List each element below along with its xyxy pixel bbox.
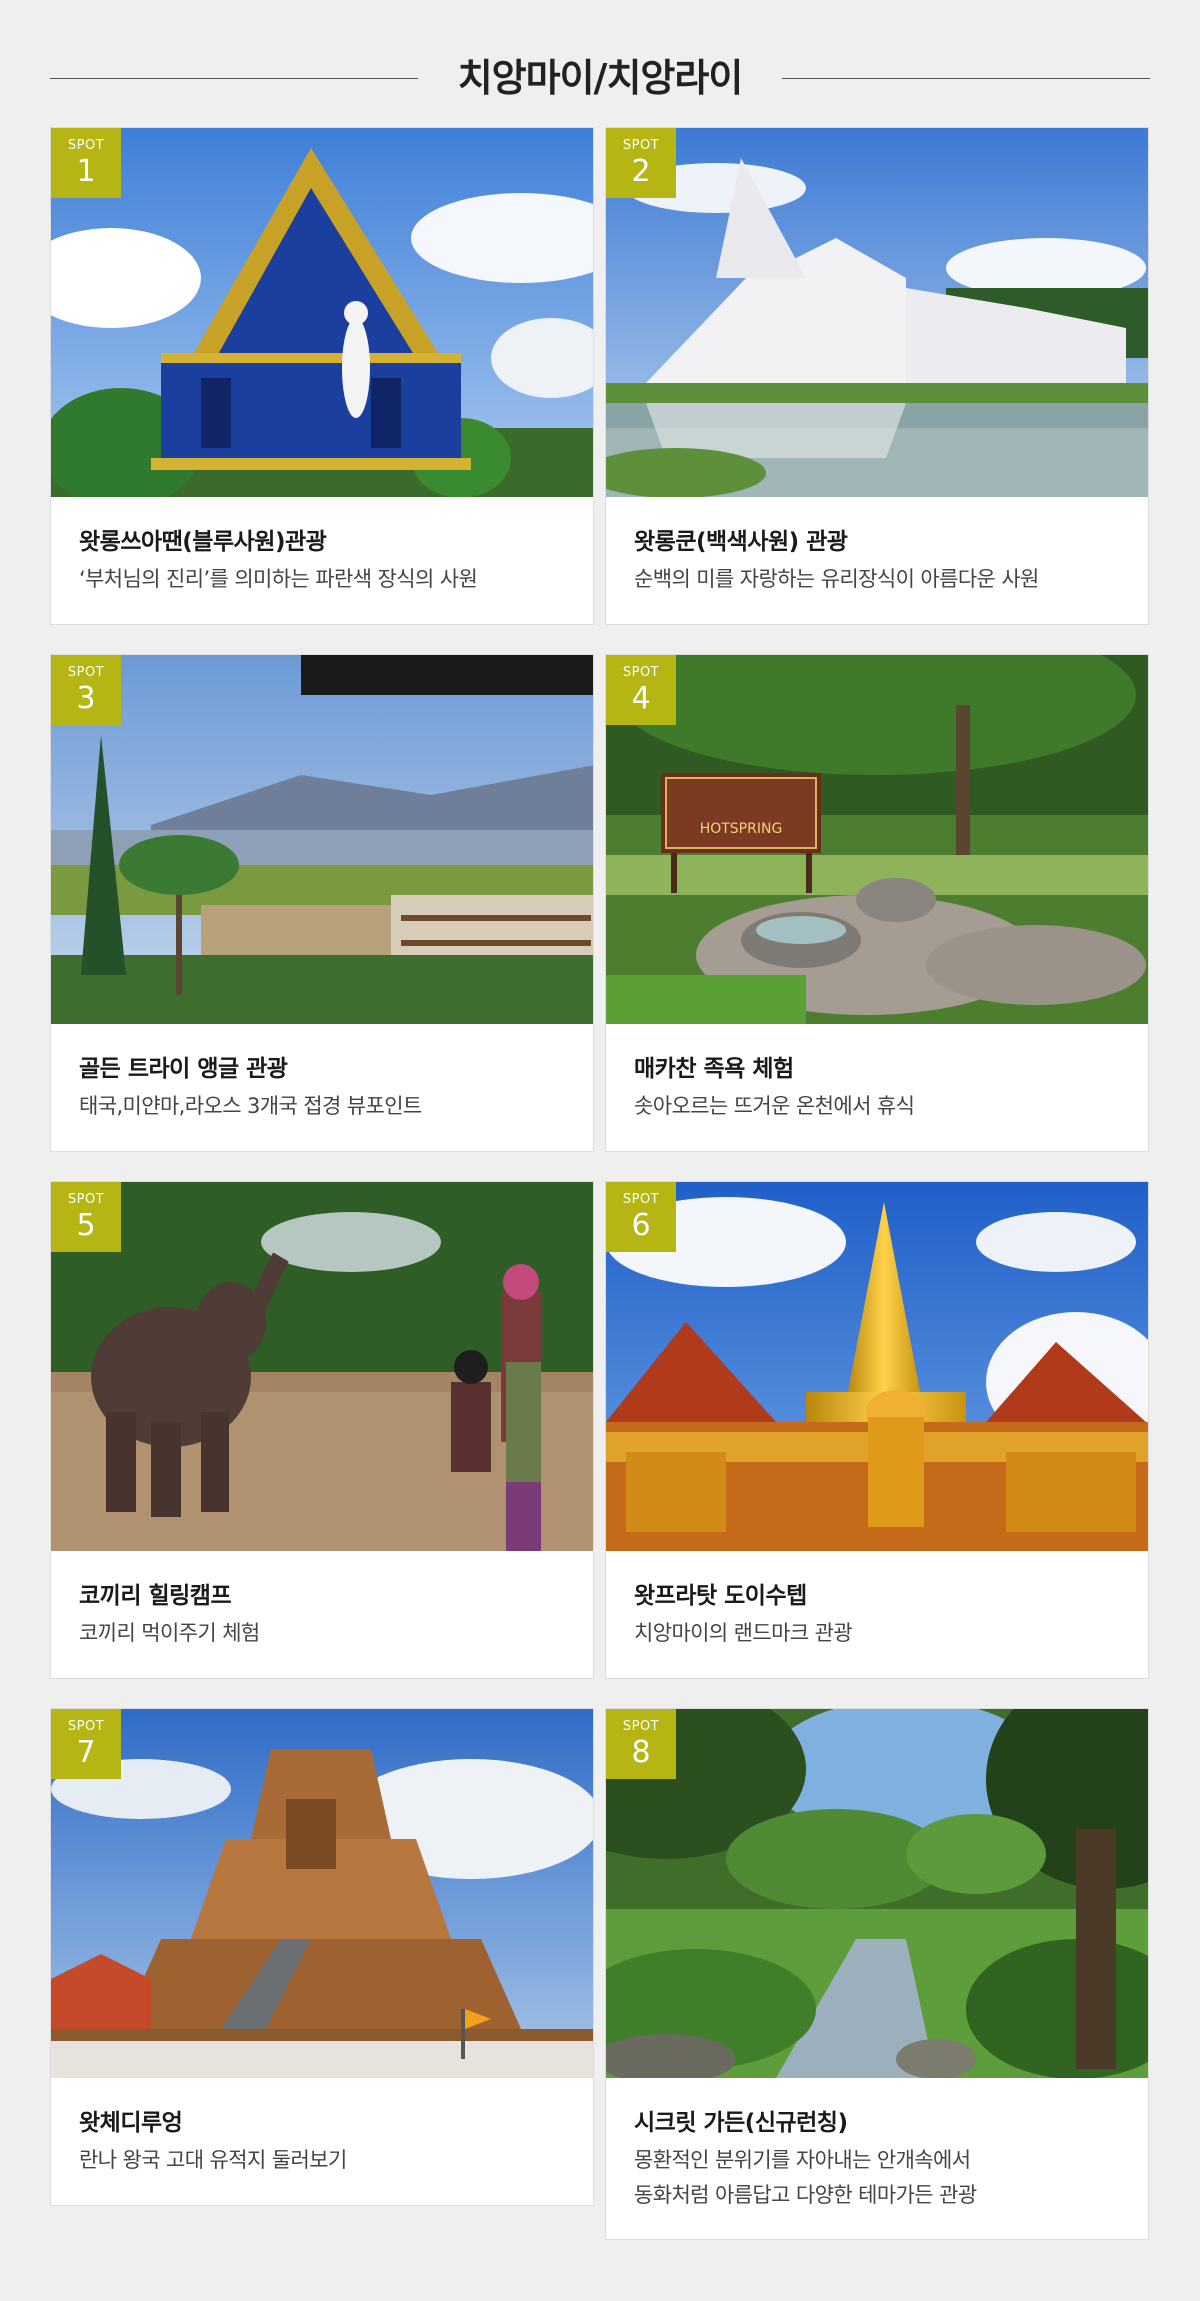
spot-title: 왓롱쿤(백색사원) 관광 — [634, 529, 848, 555]
spot-badge: SPOT 2 — [606, 128, 676, 198]
spot-title: 코끼리 힐링캠프 — [79, 1583, 232, 1609]
spot-description: 코끼리 먹이주기 체험 — [79, 1621, 260, 1645]
spot-title: 시크릿 가든(신규런칭) — [634, 2110, 848, 2136]
spot-description: 태국,미얀마,라오스 3개국 접경 뷰포인트 — [79, 1094, 422, 1118]
spot-description: 솟아오르는 뜨거운 온천에서 휴식 — [634, 1094, 915, 1118]
hotspring-sign-text: HOTSPRING — [700, 821, 783, 837]
spot-title: 왓프라탓 도이수텝 — [634, 1583, 807, 1609]
spot-badge: SPOT 8 — [606, 1709, 676, 1779]
doi-suthep-photo: SPOT 6 — [606, 1182, 1148, 1551]
spot-description: 란나 왕국 고대 유적지 둘러보기 — [79, 2148, 347, 2172]
spot-badge: SPOT 1 — [51, 128, 121, 198]
spot-card-3[interactable]: SPOT 3 골든 트라이 앵글 관광 태국,미얀마,라오스 3개국 접경 뷰포… — [50, 654, 594, 1152]
spot-title: 골든 트라이 앵글 관광 — [79, 1056, 288, 1082]
spot-badge: SPOT 4 — [606, 655, 676, 725]
spot-title: 왓체디루엉 — [79, 2110, 183, 2136]
spot-title: 매카찬 족욕 체험 — [634, 1056, 794, 1082]
spot-description-line-1: 몽환적인 분위기를 자아내는 안개속에서 — [634, 2148, 971, 2172]
spot-description-line-2: 동화처럼 아름답고 다양한 테마가든 관광 — [634, 2183, 977, 2207]
blue-temple-photo: SPOT 1 — [51, 128, 593, 497]
white-temple-photo: SPOT 2 — [606, 128, 1148, 497]
spot-card-7[interactable]: SPOT 7 왓체디루엉 란나 왕국 고대 유적지 둘러보기 — [50, 1708, 594, 2206]
spot-card-5[interactable]: SPOT 5 코끼리 힐링캠프 코끼리 먹이주기 체험 — [50, 1181, 594, 1679]
spot-badge: SPOT 7 — [51, 1709, 121, 1779]
spot-badge: SPOT 6 — [606, 1182, 676, 1252]
secret-garden-photo: SPOT 8 — [606, 1709, 1148, 2078]
spot-description: 몽환적인 분위기를 자아내는 안개속에서 동화처럼 아름답고 다양한 테마가든 … — [634, 2143, 1134, 2213]
header-rule-left — [50, 78, 418, 79]
spot-description: 순백의 미를 자랑하는 유리장식이 아름다운 사원 — [634, 567, 1039, 591]
spot-card-4[interactable]: HOTSPRING SPOT 4 매카찬 족욕 체험 솟아오르는 뜨거운 온천에… — [605, 654, 1149, 1152]
spot-card-1[interactable]: SPOT 1 왓롱쓰아땐(블루사원)관광 ‘부처님의 진리’를 의미하는 파란색… — [50, 127, 594, 625]
spot-badge: SPOT 5 — [51, 1182, 121, 1252]
golden-triangle-photo: SPOT 3 — [51, 655, 593, 1024]
spot-badge: SPOT 3 — [51, 655, 121, 725]
wat-chedi-luang-photo: SPOT 7 — [51, 1709, 593, 2078]
page-title: 치앙마이/치앙라이 — [457, 56, 744, 100]
spot-card-8[interactable]: SPOT 8 시크릿 가든(신규런칭) 몽환적인 분위기를 자아내는 안개속에서… — [605, 1708, 1149, 2240]
spot-description: 치앙마이의 랜드마크 관광 — [634, 1621, 853, 1645]
spot-description: ‘부처님의 진리’를 의미하는 파란색 장식의 사원 — [79, 567, 478, 591]
elephant-camp-photo: SPOT 5 — [51, 1182, 593, 1551]
spot-card-2[interactable]: SPOT 2 왓롱쿤(백색사원) 관광 순백의 미를 자랑하는 유리장식이 아름… — [605, 127, 1149, 625]
spot-title: 왓롱쓰아땐(블루사원)관광 — [79, 529, 327, 555]
header-rule-right — [782, 78, 1150, 79]
hot-spring-photo: HOTSPRING SPOT 4 — [606, 655, 1148, 1024]
spot-card-6[interactable]: SPOT 6 왓프라탓 도이수텝 치앙마이의 랜드마크 관광 — [605, 1181, 1149, 1679]
section-header: 치앙마이/치앙라이 — [50, 52, 1150, 102]
